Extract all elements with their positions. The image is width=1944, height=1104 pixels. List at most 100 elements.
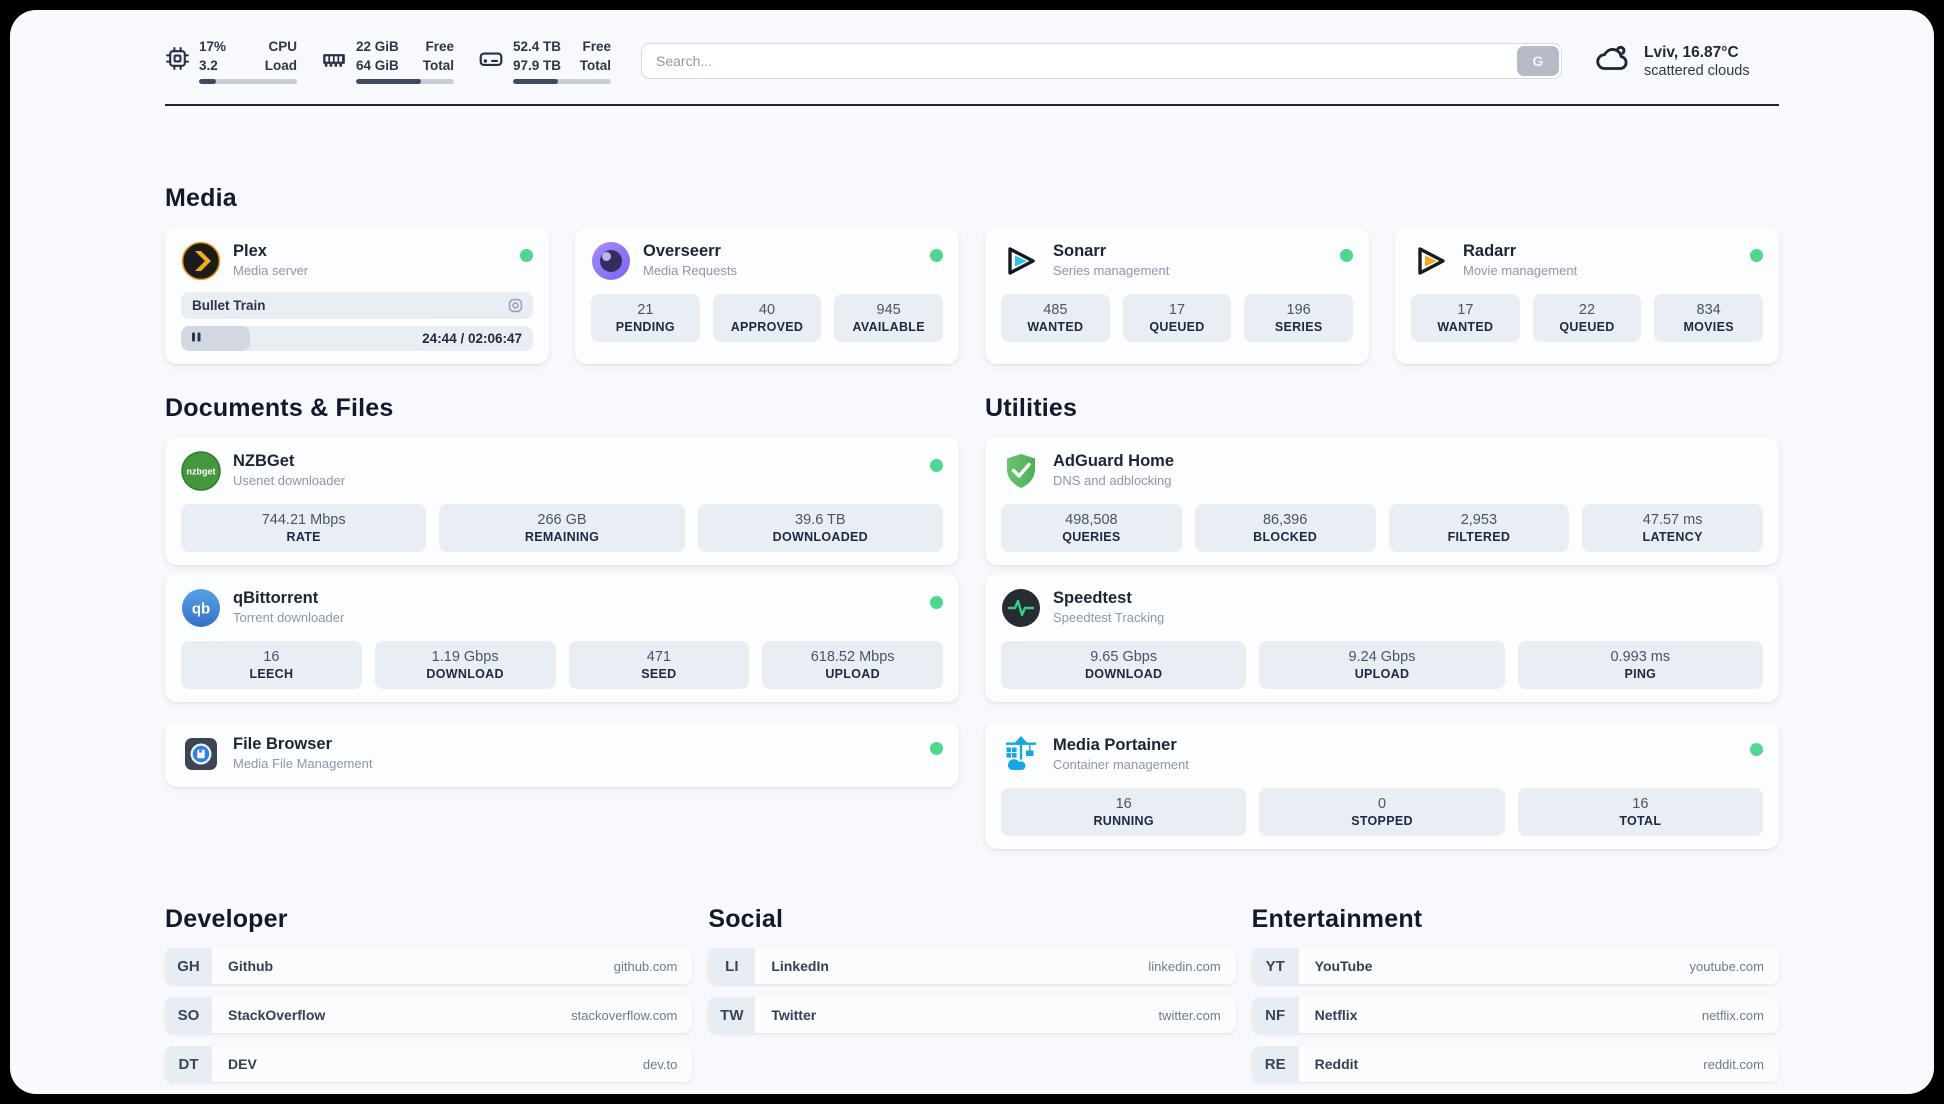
- app-subtitle: Torrent downloader: [233, 610, 345, 626]
- sonarr-icon: [1001, 241, 1041, 281]
- stat-stopped: 0 STOPPED: [1259, 788, 1505, 837]
- bookmark-domain: linkedin.com: [1148, 958, 1221, 974]
- playback-time: 24:44 / 02:06:47: [422, 331, 522, 347]
- app-card-sonarr[interactable]: Sonarr Series management 485 WANTED 17 QUE…: [985, 227, 1369, 365]
- status-online-dot: [1340, 249, 1353, 263]
- stat-movies: 834 MOVIES: [1654, 294, 1763, 343]
- memory-free: 22 GiB: [356, 39, 399, 54]
- status-online-dot: [1750, 743, 1763, 757]
- memory-widget: 22 GiB 64 GiB Free Total: [321, 38, 454, 85]
- bookmark-linkedin[interactable]: LI LinkedIn linkedin.com: [708, 948, 1236, 985]
- stat-download: 1.19 Gbps DOWNLOAD: [374, 641, 556, 690]
- disk-icon: [478, 46, 504, 77]
- svg-text:qb: qb: [192, 601, 210, 618]
- cpu-percent: 17%: [199, 39, 227, 54]
- stat-pending: 21 PENDING: [591, 294, 700, 343]
- app-title: File Browser: [233, 735, 333, 754]
- stat-wanted: 485 WANTED: [1001, 294, 1110, 343]
- weather-widget: Lviv, 16.87°C scattered clouds: [1594, 40, 1779, 83]
- pause-icon[interactable]: [191, 330, 202, 348]
- app-card-filebrowser[interactable]: File Browser Media File Management: [165, 721, 959, 788]
- video-icon: [507, 297, 524, 314]
- stat-series: 196 SERIES: [1244, 294, 1353, 343]
- status-online-dot: [930, 596, 943, 610]
- filebrowser-icon: [181, 734, 221, 774]
- disk-total-label: Total: [579, 57, 611, 73]
- radarr-icon: [1411, 241, 1451, 281]
- bookmark-name: Reddit: [1314, 1056, 1359, 1073]
- app-card-qbittorrent[interactable]: qb qBittorrent Torrent downloader 16 LEEC…: [165, 574, 959, 703]
- cloud-icon: [1594, 40, 1632, 83]
- bookmark-abbr: SO: [165, 997, 212, 1034]
- app-subtitle: Usenet downloader: [233, 473, 346, 489]
- now-playing-title: Bullet Train: [192, 298, 266, 314]
- resource-widgets: 17% 3.2 CPU Load 22 GiB 64 GiB Free Total: [165, 38, 611, 85]
- search-box: G: [641, 43, 1562, 80]
- bookmark-name: StackOverflow: [228, 1007, 326, 1024]
- bookmark-netflix[interactable]: NF Netflix netflix.com: [1251, 997, 1779, 1034]
- stat-blocked: 86,396 BLOCKED: [1194, 504, 1376, 553]
- app-card-plex[interactable]: Plex Media server Bullet Train 24:44 / 0…: [165, 227, 549, 365]
- bookmark-name: Twitter: [771, 1007, 817, 1024]
- section-title-media: Media: [165, 184, 237, 213]
- app-card-speedtest[interactable]: Speedtest Speedtest Tracking 9.65 Gbps DO…: [985, 574, 1779, 703]
- search-input[interactable]: [641, 43, 1562, 80]
- bookmark-domain: youtube.com: [1689, 958, 1764, 974]
- qbittorrent-icon: qb: [181, 588, 221, 628]
- stat-filtered: 2,953 FILTERED: [1388, 504, 1570, 553]
- app-card-radarr[interactable]: Radarr Movie management 17 WANTED 22 QUEUE…: [1395, 227, 1779, 365]
- bookmark-name: Netflix: [1314, 1007, 1358, 1024]
- disk-progress: [513, 79, 611, 85]
- stat-queries: 498,508 QUERIES: [1001, 504, 1182, 553]
- app-card-nzbget[interactable]: nzbget NZBGet Usenet downloader 744.21 M…: [165, 437, 959, 566]
- app-card-portainer[interactable]: Media Portainer Container management 16 R…: [985, 721, 1779, 850]
- stat-download: 9.65 Gbps DOWNLOAD: [1001, 641, 1247, 690]
- speedtest-icon: [1001, 588, 1041, 628]
- stat-downloaded: 39.6 TB DOWNLOADED: [697, 504, 943, 553]
- stat-running: 16 RUNNING: [1001, 788, 1247, 837]
- overseerr-icon: [591, 241, 631, 281]
- stat-wanted: 17 WANTED: [1411, 294, 1520, 343]
- weather-location-temp: Lviv, 16.87°C: [1644, 43, 1739, 61]
- cpu-loadavg: 3.2: [199, 57, 218, 73]
- bookmark-group-social: Social LI LinkedIn linkedin.com TW Twitt…: [708, 905, 1236, 1046]
- nzbget-icon: nzbget: [181, 451, 221, 491]
- bookmark-abbr: NF: [1251, 997, 1299, 1034]
- app-subtitle: Speedtest Tracking: [1053, 610, 1165, 626]
- bookmark-domain: stackoverflow.com: [571, 1007, 678, 1023]
- memory-icon: [321, 46, 347, 77]
- stat-approved: 40 APPROVED: [712, 294, 822, 343]
- bookmark-twitter[interactable]: TW Twitter twitter.com: [708, 997, 1236, 1034]
- bookmark-github[interactable]: GH Github github.com: [165, 948, 693, 985]
- playback-progress-bar: 24:44 / 02:06:47: [181, 326, 533, 352]
- search-provider-button[interactable]: G: [1517, 46, 1559, 77]
- adguard-icon: [1001, 451, 1041, 491]
- bookmark-reddit[interactable]: RE Reddit reddit.com: [1251, 1046, 1779, 1083]
- media-grid: Plex Media server Bullet Train 24:44 / 0…: [165, 227, 1779, 365]
- app-title: Overseerr: [643, 242, 721, 261]
- section-title-documents: Documents & Files: [165, 394, 394, 423]
- app-subtitle: Media Requests: [643, 263, 737, 279]
- bookmark-youtube[interactable]: YT YouTube youtube.com: [1251, 948, 1779, 985]
- top-bar: 17% 3.2 CPU Load 22 GiB 64 GiB Free Total: [10, 38, 1934, 85]
- bookmark-name: DEV: [228, 1056, 257, 1073]
- cpu-progress: [199, 79, 297, 85]
- weather-condition: scattered clouds: [1644, 62, 1750, 79]
- bookmark-abbr: DT: [165, 1046, 212, 1083]
- bookmark-name: Github: [228, 958, 274, 975]
- bookmark-abbr: YT: [1251, 948, 1299, 985]
- plex-icon: [181, 241, 221, 281]
- bookmark-stackoverflow[interactable]: SO StackOverflow stackoverflow.com: [165, 997, 693, 1034]
- stat-latency: 47.57 ms LATENCY: [1582, 504, 1763, 553]
- stat-leech: 16 LEECH: [181, 641, 362, 690]
- bookmark-dev[interactable]: DT DEV dev.to: [165, 1046, 693, 1083]
- memory-total: 64 GiB: [356, 57, 399, 73]
- status-online-dot: [520, 249, 533, 263]
- app-card-adguard[interactable]: AdGuard Home DNS and adblocking 498,508 Q…: [985, 437, 1779, 566]
- app-subtitle: Series management: [1053, 263, 1170, 279]
- status-online-dot: [930, 249, 943, 263]
- bookmark-abbr: GH: [165, 948, 212, 985]
- app-card-overseerr[interactable]: Overseerr Media Requests 21 PENDING 40 APP…: [575, 227, 959, 365]
- stat-total: 16 TOTAL: [1517, 788, 1763, 837]
- stat-available: 945 AVAILABLE: [834, 294, 943, 343]
